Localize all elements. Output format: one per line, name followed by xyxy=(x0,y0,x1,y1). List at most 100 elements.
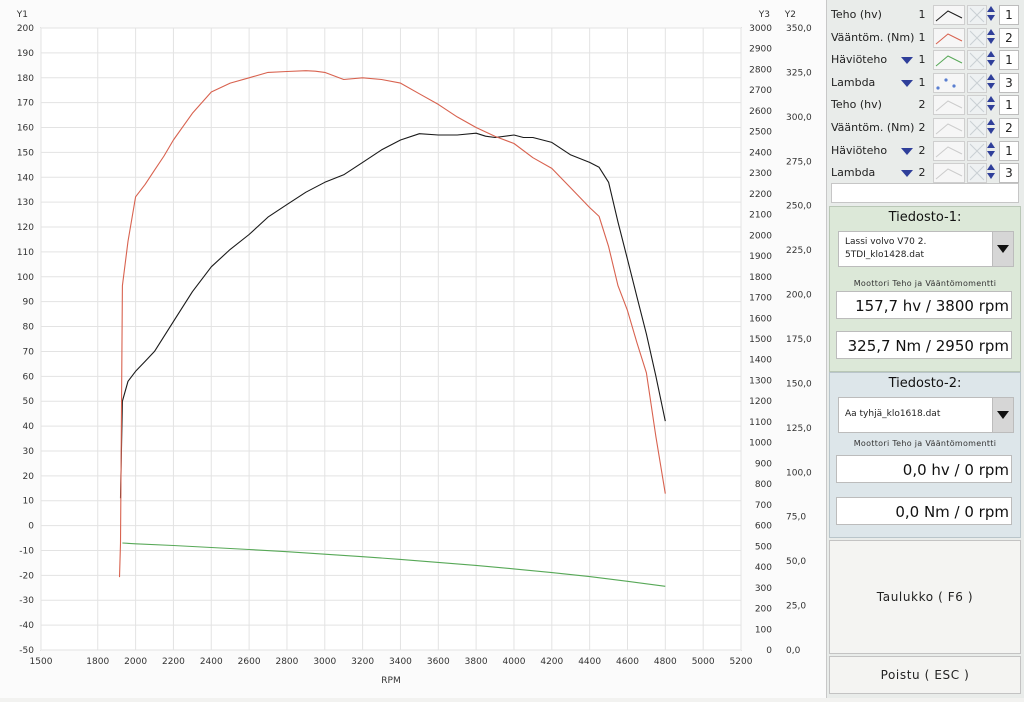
legend-toggle-icon[interactable] xyxy=(967,95,987,116)
legend-axis-number: 1 xyxy=(999,140,1019,161)
y3-tick-label: 2700 xyxy=(749,86,772,96)
y1-tick-label: -40 xyxy=(19,621,34,631)
arrow-down-icon[interactable] xyxy=(987,128,995,134)
y3-tick-label: 700 xyxy=(755,501,772,511)
legend-line-swatch-icon[interactable] xyxy=(933,5,965,25)
file-2-select[interactable]: Aa tyhjä_klo1618.dat xyxy=(838,397,1014,433)
legend-file-number: 2 xyxy=(918,121,926,134)
legend-line-swatch-icon[interactable] xyxy=(933,72,965,93)
arrow-up-icon[interactable] xyxy=(987,119,995,125)
legend-dropdown-icon[interactable] xyxy=(901,170,913,178)
x-tick-label: 4200 xyxy=(540,657,563,667)
legend-toggle-icon[interactable] xyxy=(967,72,987,93)
legend-axis-stepper[interactable] xyxy=(987,163,997,181)
file-1-select[interactable]: Lassi volvo V70 2. 5TDI_klo1428.dat xyxy=(838,231,1014,267)
y1-tick-label: 10 xyxy=(23,497,35,507)
arrow-up-icon[interactable] xyxy=(987,73,995,80)
legend-row: Lambda 1 3 xyxy=(827,71,1024,93)
arrow-down-icon[interactable] xyxy=(987,37,995,44)
y1-tick-label: 200 xyxy=(17,24,34,34)
legend-line-swatch-icon[interactable] xyxy=(933,163,965,184)
legend-dropdown-icon[interactable] xyxy=(901,57,913,65)
info-box xyxy=(831,183,1019,203)
legend-series-name: Vääntöm. (Nm) xyxy=(831,30,915,44)
legend-axis-stepper[interactable] xyxy=(987,95,997,113)
y3-tick-label: 2100 xyxy=(749,211,772,221)
legend-line-swatch-icon[interactable] xyxy=(933,50,965,71)
legend-series-name: Teho (hv) xyxy=(831,98,882,112)
y2-tick-label: 75,0 xyxy=(786,513,806,523)
legend-axis-stepper[interactable] xyxy=(987,5,997,23)
y3-tick-label: 800 xyxy=(755,480,772,490)
y2-axis-label: Y2 xyxy=(784,10,796,20)
y3-tick-label: 1400 xyxy=(749,356,772,366)
y3-tick-label: 1300 xyxy=(749,376,772,386)
arrow-up-icon[interactable] xyxy=(987,164,995,171)
y3-tick-label: 600 xyxy=(755,522,772,532)
file-2-torque-value: 0,0 Nm / 0 rpm xyxy=(836,497,1012,525)
arrow-down-icon[interactable] xyxy=(987,150,995,157)
legend-toggle-icon[interactable] xyxy=(967,50,987,71)
legend-axis-stepper[interactable] xyxy=(987,73,997,91)
arrow-up-icon[interactable] xyxy=(987,51,995,58)
legend-toggle-icon[interactable] xyxy=(967,27,987,48)
y2-tick-label: 25,0 xyxy=(786,602,806,612)
y2-tick-label: 150,0 xyxy=(786,379,812,389)
y1-tick-label: 0 xyxy=(28,522,34,532)
y1-tick-label: 140 xyxy=(17,173,34,183)
legend-toggle-icon[interactable] xyxy=(967,5,987,25)
file-2-dropdown-icon[interactable] xyxy=(992,398,1013,432)
y3-tick-label: 1100 xyxy=(749,418,772,428)
legend-axis-stepper[interactable] xyxy=(987,28,997,46)
legend-line-swatch-icon[interactable] xyxy=(933,95,965,116)
arrow-down-icon[interactable] xyxy=(987,60,995,67)
y3-tick-label: 2400 xyxy=(749,148,772,158)
y1-tick-label: -20 xyxy=(19,571,34,581)
y1-tick-label: 110 xyxy=(17,248,34,258)
legend-toggle-icon[interactable] xyxy=(967,163,987,184)
y1-tick-label: 180 xyxy=(17,74,34,84)
legend-file-number: 2 xyxy=(918,143,926,157)
legend-file-number: 1 xyxy=(918,75,926,89)
dyno-chart: 1500 1800 2000 2200 2400 2600 2800 3000 3200 3400… xyxy=(0,0,826,698)
y1-tick-label: 150 xyxy=(17,148,34,158)
legend-axis-number: 2 xyxy=(999,27,1019,48)
arrow-down-icon[interactable] xyxy=(987,173,995,180)
legend-row: Vääntöm. (Nm) 1 2 xyxy=(827,26,1024,48)
y3-tick-label: 2800 xyxy=(749,65,772,75)
y3-tick-label: 1600 xyxy=(749,314,772,324)
legend-file-number: 2 xyxy=(918,98,926,112)
arrow-down-icon[interactable] xyxy=(987,82,995,89)
arrow-up-icon[interactable] xyxy=(987,141,995,148)
x-tick-label: 2600 xyxy=(238,657,261,667)
arrow-down-icon[interactable] xyxy=(987,15,995,21)
legend-row: Vääntöm. (Nm) 2 2 xyxy=(827,116,1024,138)
table-button[interactable]: Taulukko ( F6 ) xyxy=(829,540,1021,654)
y3-axis-label: Y3 xyxy=(758,10,770,20)
legend-toggle-icon[interactable] xyxy=(967,140,987,161)
y3-tick-label: 2600 xyxy=(749,107,772,117)
legend-row: Teho (hv) 1 1 xyxy=(827,3,1024,25)
y1-tick-label: 100 xyxy=(17,273,34,283)
arrow-up-icon[interactable] xyxy=(987,6,995,12)
file-1-dropdown-icon[interactable] xyxy=(992,232,1013,266)
legend-axis-number: 1 xyxy=(999,50,1019,71)
legend-dropdown-icon[interactable] xyxy=(901,147,913,155)
legend-dropdown-icon[interactable] xyxy=(901,79,913,87)
arrow-up-icon[interactable] xyxy=(987,28,995,35)
legend-toggle-icon[interactable] xyxy=(967,118,987,138)
arrow-up-icon[interactable] xyxy=(987,96,995,103)
arrow-down-icon[interactable] xyxy=(987,105,995,112)
exit-button[interactable]: Poistu ( ESC ) xyxy=(829,656,1021,694)
y2-tick-label: 125,0 xyxy=(786,424,812,434)
legend-file-number: 1 xyxy=(918,53,926,67)
legend-axis-stepper[interactable] xyxy=(987,50,997,68)
x-tick-label: 4400 xyxy=(578,657,601,667)
x-tick-label: 5200 xyxy=(730,657,753,667)
legend-axis-stepper[interactable] xyxy=(987,118,997,136)
legend-line-swatch-icon[interactable] xyxy=(933,118,965,138)
legend-axis-stepper[interactable] xyxy=(987,141,997,159)
legend-line-swatch-icon[interactable] xyxy=(933,140,965,161)
legend-line-swatch-icon[interactable] xyxy=(933,27,965,48)
legend-series-name: Teho (hv) xyxy=(831,8,882,21)
